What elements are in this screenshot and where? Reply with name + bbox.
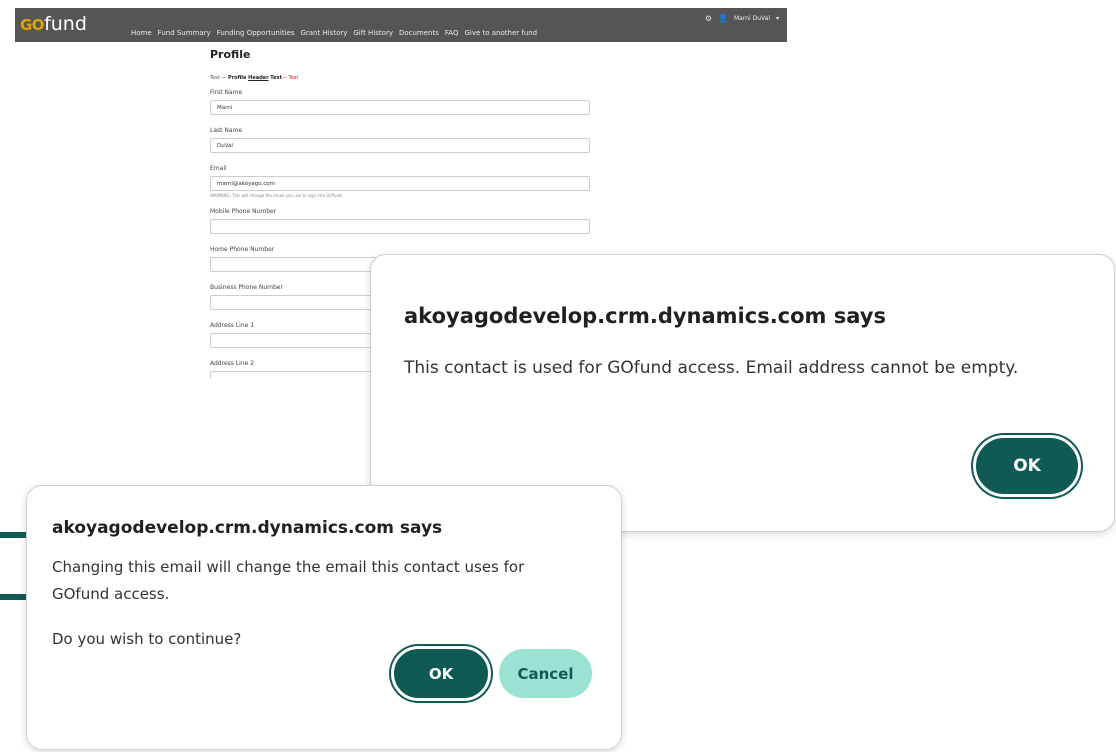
mobile-phone-field[interactable] xyxy=(210,219,590,234)
nav-gift-history[interactable]: Gift History xyxy=(353,29,393,37)
header-bold-1: Profile xyxy=(228,75,249,81)
ok-button[interactable]: OK xyxy=(391,646,491,701)
nav-grant-history[interactable]: Grant History xyxy=(300,29,347,37)
gofund-logo[interactable]: GO fund xyxy=(20,13,87,35)
page-title: Profile xyxy=(210,48,251,61)
dialog-title: akoyagodevelop.crm.dynamics.com says xyxy=(404,304,886,328)
confirm-dialog-email-change: akoyagodevelop.crm.dynamics.com says Cha… xyxy=(26,485,622,750)
email-label: Email xyxy=(210,165,227,172)
first-name-field[interactable]: Marni xyxy=(210,100,590,115)
header-suffix: — Test xyxy=(282,75,299,81)
user-name: Marni DuVal xyxy=(733,15,770,22)
settings-icon[interactable]: ⚙ xyxy=(705,14,712,23)
dialog-message-line-1: Changing this email will change the emai… xyxy=(52,558,525,603)
nav-documents[interactable]: Documents xyxy=(399,29,439,37)
nav-fund-summary[interactable]: Fund Summary xyxy=(158,29,211,37)
last-name-label: Last Name xyxy=(210,127,243,134)
nav-home[interactable]: Home xyxy=(131,29,152,37)
header-underline: Header xyxy=(248,75,269,81)
dialog-message-line-2: Do you wish to continue? xyxy=(52,630,242,648)
dialog-message: Changing this email will change the emai… xyxy=(52,554,572,653)
first-name-label: First Name xyxy=(210,89,243,96)
dialog-message: This contact is used for GOfund access. … xyxy=(404,358,1019,378)
screenshot-stage: GO fund Home Fund Summary Funding Opport… xyxy=(0,0,1116,752)
header-bold-2: Text xyxy=(268,75,283,81)
dialog-message-gap xyxy=(52,608,572,626)
last-name-field[interactable]: DuVal xyxy=(210,138,590,153)
email-warning: WARNING: This will change the email you … xyxy=(210,193,343,198)
home-phone-label: Home Phone Number xyxy=(210,246,275,253)
nav-faq[interactable]: FAQ xyxy=(445,29,459,37)
dialog-title: akoyagodevelop.crm.dynamics.com says xyxy=(52,518,443,538)
top-navigation-bar: GO fund Home Fund Summary Funding Opport… xyxy=(15,8,787,42)
nav-funding-opportunities[interactable]: Funding Opportunities xyxy=(217,29,295,37)
email-field[interactable]: marni@akoyago.com xyxy=(210,176,590,191)
ok-button[interactable]: OK xyxy=(973,435,1081,497)
main-nav: Home Fund Summary Funding Opportunities … xyxy=(131,29,537,37)
nav-give-to-another-fund[interactable]: Give to another fund xyxy=(464,29,537,37)
header-prefix: Test — xyxy=(210,75,229,81)
caret-down-icon: ▾ xyxy=(775,15,779,22)
cancel-button[interactable]: Cancel xyxy=(499,649,592,698)
logo-fund-text: fund xyxy=(44,13,87,35)
user-menu[interactable]: ⚙ 👤 Marni DuVal ▾ xyxy=(705,14,779,23)
logo-go-text: GO xyxy=(20,16,45,34)
profile-header-text: Test — Profile Header Text— Test xyxy=(210,75,595,81)
user-icon: 👤 xyxy=(718,14,728,23)
mobile-phone-label: Mobile Phone Number xyxy=(210,208,277,215)
